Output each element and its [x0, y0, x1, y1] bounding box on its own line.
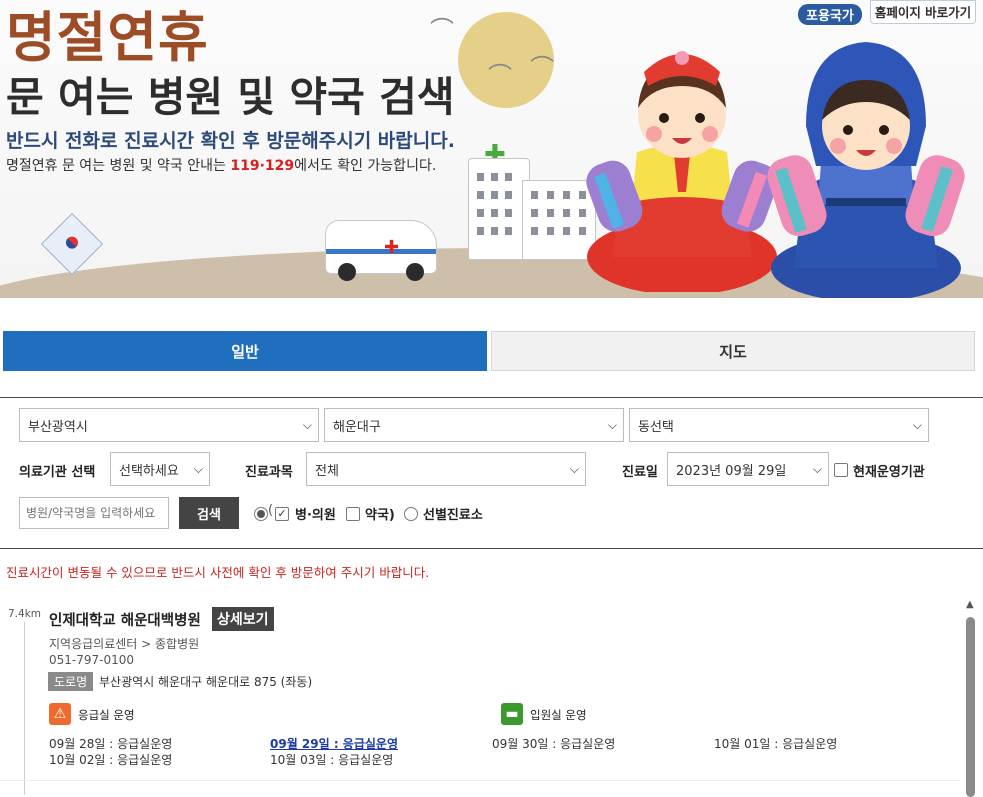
hospital-checkbox[interactable]: ✓	[275, 507, 289, 521]
hospital-address: 부산광역시 해운대구 해운대로 875 (좌동)	[99, 675, 313, 689]
schedule-item-today[interactable]: 09월 29일 : 응급실운영	[270, 735, 398, 752]
girl-hanbok-illustration	[586, 51, 778, 292]
crane-icon: ⌒	[530, 54, 554, 82]
paren-open: (	[268, 503, 274, 518]
schedule-item: 09월 30일 : 응급실운영	[492, 737, 616, 751]
chevron-down-icon: ⌵	[193, 462, 203, 476]
boy-hanbok-illustration	[767, 42, 965, 298]
bed-icon: ▬	[501, 703, 523, 725]
chevron-down-icon: ⌵	[812, 462, 822, 476]
siren-icon: ⚠	[49, 703, 71, 725]
timeline-line	[24, 622, 25, 795]
department-select[interactable]: 전체 ⌵	[306, 452, 586, 486]
homepage-link-button[interactable]: 홈페이지 바로가기	[870, 0, 976, 24]
phone-notice: 반드시 전화로 진료시간 확인 후 방문해주시기 바랍니다.	[6, 130, 455, 152]
distance-label: 7.4km	[8, 608, 42, 620]
ambulance-illustration: ✚	[325, 220, 437, 281]
type-hospital-label: 병·의원	[295, 508, 336, 523]
operating-now-checkbox[interactable]	[834, 463, 848, 477]
crane-icon: ⌒	[488, 62, 512, 90]
hospital-category: 지역응급의료센터 > 종합병원	[49, 637, 200, 651]
inclusive-nation-badge: 포용국가	[798, 4, 862, 25]
road-address-tag: 도로명	[48, 672, 94, 691]
type-pharmacy-label: 약국)	[365, 508, 395, 523]
panel-divider-top	[0, 397, 983, 398]
schedule-item: 10월 02일 : 응급실운영	[49, 753, 173, 767]
dong-select[interactable]: 동선택 ⌵	[629, 408, 929, 442]
city-select[interactable]: 부산광역시 ⌵	[19, 408, 319, 442]
type-radio-hospital[interactable]	[254, 507, 268, 521]
page-title: 명절연휴	[6, 6, 209, 69]
tab-general[interactable]: 일반	[3, 331, 487, 371]
schedule-item: 10월 03일 : 응급실운영	[270, 753, 394, 767]
tab-map[interactable]: 지도	[491, 331, 975, 371]
hospital-name[interactable]: 인제대학교 해운대백병원	[49, 609, 201, 630]
hospital-phone: 051-797-0100	[49, 653, 135, 667]
search-button[interactable]: 검색	[179, 497, 239, 529]
search-input[interactable]	[19, 497, 169, 529]
panel-divider-bottom	[0, 548, 983, 549]
crane-icon: ⌒	[430, 16, 454, 44]
kite-illustration	[40, 212, 104, 276]
result-scrollbar[interactable]: ▲	[965, 599, 977, 797]
schedule-item: 09월 28일 : 응급실운영	[49, 737, 173, 751]
scrollbar-thumb[interactable]	[966, 617, 975, 797]
type-radio-selective[interactable]	[404, 507, 418, 521]
result-list: 7.4km 인제대학교 해운대백병원 상세보기 지역응급의료센터 > 종합병원 …	[0, 592, 983, 795]
scroll-up-icon[interactable]: ▲	[966, 599, 974, 610]
er-label: 응급실 운영	[78, 708, 135, 722]
facility-select[interactable]: 선택하세요 ⌵	[110, 452, 210, 486]
facility-label: 의료기관 선택	[19, 465, 96, 480]
chevron-down-icon: ⌵	[912, 418, 922, 432]
ward-label: 입원실 운영	[530, 708, 587, 722]
schedule-item: 10월 01일 : 응급실운영	[714, 737, 838, 751]
hotline-numbers: 119·129	[230, 158, 295, 174]
page-subtitle: 문 여는 병원 및 약국 검색	[6, 73, 455, 121]
hero-banner: 명절연휴 문 여는 병원 및 약국 검색 반드시 전화로 진료시간 확인 후 방…	[0, 0, 983, 298]
result-divider	[0, 780, 960, 781]
date-label: 진료일	[622, 465, 658, 480]
chevron-down-icon: ⌵	[302, 418, 312, 432]
chevron-down-icon: ⌵	[607, 418, 617, 432]
visit-warning: 진료시간이 변동될 수 있으므로 반드시 사전에 확인 후 방문하여 주시기 바…	[6, 565, 430, 580]
department-label: 진료과목	[245, 465, 293, 480]
district-select[interactable]: 해운대구 ⌵	[324, 408, 624, 442]
hotline-notice: 명절연휴 문 여는 병원 및 약국 안내는 119·129에서도 확인 가능합니…	[6, 158, 437, 174]
chevron-down-icon: ⌵	[569, 462, 579, 476]
date-select[interactable]: 2023년 09월 29일 ⌵	[667, 452, 829, 486]
type-selective-label: 선별진료소	[423, 508, 483, 523]
pharmacy-checkbox[interactable]	[346, 507, 360, 521]
hospital-building-illustration	[468, 158, 530, 260]
detail-button[interactable]: 상세보기	[212, 607, 274, 631]
operating-now-label: 현재운영기관	[853, 465, 925, 480]
